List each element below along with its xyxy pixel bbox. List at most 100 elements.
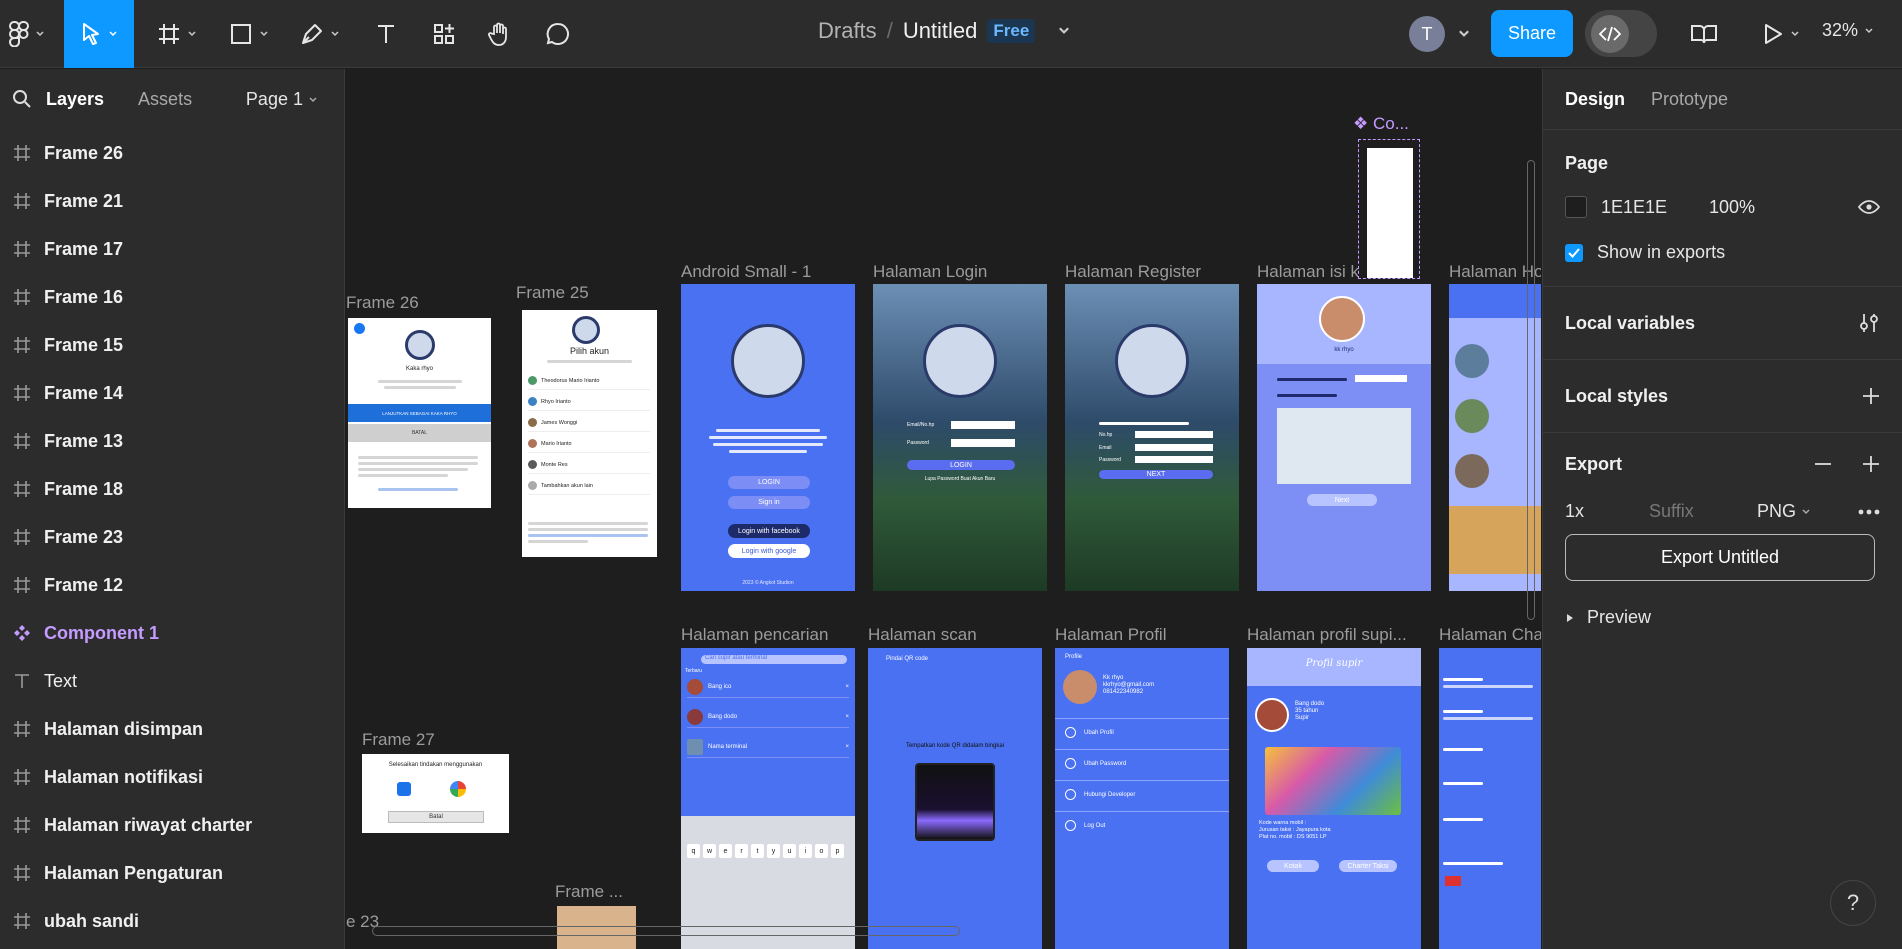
library-button[interactable] — [1684, 12, 1724, 56]
tab-design[interactable]: Design — [1565, 89, 1625, 110]
login-links[interactable]: Lupa Password Buat Akun Baru — [873, 476, 1047, 482]
list-item[interactable]: Nama terminal × — [687, 736, 849, 758]
keyboard-key[interactable]: e — [719, 844, 732, 858]
canvas-horizontal-scrollbar[interactable] — [372, 926, 960, 936]
charter-taxi-button[interactable]: Charter Taksi — [1339, 860, 1397, 872]
keyboard-key[interactable]: u — [783, 844, 796, 858]
frame-label-halaman-register[interactable]: Halaman Register — [1065, 262, 1201, 282]
eye-icon[interactable] — [1858, 199, 1880, 215]
layer-item[interactable]: Component 1 — [0, 609, 344, 657]
keyboard-key[interactable]: q — [687, 844, 700, 858]
list-item[interactable]: Bang dodo × — [687, 706, 849, 728]
layer-item[interactable]: Frame 23 — [0, 513, 344, 561]
frame-halaman-isi[interactable]: kk rhyo Next — [1257, 284, 1431, 591]
account-row[interactable]: Theodorus Mario Irianto — [528, 372, 650, 390]
frame-halaman-register[interactable]: No.hp Email Password NEXT — [1065, 284, 1239, 591]
more-options-icon[interactable] — [1858, 509, 1880, 515]
cancel-button[interactable]: BATAL — [348, 424, 491, 442]
keyboard-key[interactable]: p — [831, 844, 844, 858]
layer-item[interactable]: Frame 14 — [0, 369, 344, 417]
layer-item[interactable]: Frame 21 — [0, 177, 344, 225]
keyboard-key[interactable]: t — [751, 844, 764, 858]
login-button[interactable]: LOGIN — [728, 476, 810, 489]
resources-tool-button[interactable] — [424, 12, 464, 56]
frame-label-halaman-profil-supir[interactable]: Halaman profil supi... — [1247, 625, 1407, 645]
tab-prototype[interactable]: Prototype — [1651, 89, 1728, 110]
profile-menu-item[interactable]: Ubah Password — [1055, 749, 1229, 777]
continue-as-button[interactable]: LANJUTKAN SEBAGAI KAKA RHYO — [348, 404, 491, 422]
canvas[interactable]: Frame 26 Frame 25 Android Small - 1 Hala… — [346, 69, 1541, 949]
frame-label-halaman-profil[interactable]: Halaman Profil — [1055, 625, 1167, 645]
frame-25[interactable]: Pilih akun Theodorus Mario Irianto Rhyo I… — [522, 310, 657, 557]
login-facebook-button[interactable]: Login with facebook — [728, 524, 810, 538]
close-icon[interactable]: × — [845, 684, 849, 690]
profile-menu-item[interactable]: Log Out — [1055, 811, 1229, 839]
account-row[interactable]: James Wonggi — [528, 414, 650, 432]
list-item[interactable]: Bang ico × — [687, 676, 849, 698]
google-photos-icon[interactable] — [450, 781, 466, 797]
register-next-button[interactable]: NEXT — [1099, 470, 1213, 479]
keyboard-key[interactable]: o — [815, 844, 828, 858]
frame-halaman-profil[interactable]: Profile Kk rhyo kkrhyo@gmail.com 0814223… — [1055, 648, 1229, 949]
component-1-frame[interactable] — [1358, 139, 1420, 279]
chevron-down-icon[interactable] — [1457, 27, 1471, 41]
main-menu-button[interactable] — [4, 12, 50, 56]
frame-label-component[interactable]: ❖ Co... — [1353, 114, 1409, 134]
frame-android-small[interactable]: LOGIN Sign in Login with facebook Login … — [681, 284, 855, 591]
chevron-down-icon[interactable] — [1057, 24, 1071, 38]
file-name[interactable]: Untitled — [903, 18, 978, 44]
add-plus-icon[interactable] — [1862, 387, 1880, 405]
contact-driver-button[interactable]: Kotak — [1267, 860, 1319, 872]
frame-label-frame-26[interactable]: Frame 26 — [346, 293, 419, 313]
frame-tool-button[interactable] — [152, 12, 202, 56]
pen-tool-button[interactable] — [295, 12, 345, 56]
close-icon[interactable]: × — [845, 744, 849, 750]
map-view[interactable] — [1277, 408, 1411, 484]
login-google-button[interactable]: Login with google — [728, 544, 810, 558]
layer-item[interactable]: Halaman riwayat charter — [0, 801, 344, 849]
hand-tool-button[interactable] — [480, 12, 520, 56]
register-password-input[interactable] — [1135, 456, 1213, 463]
show-in-exports-checkbox[interactable] — [1565, 243, 1583, 262]
layer-item[interactable]: Frame 13 — [0, 417, 344, 465]
add-plus-icon[interactable] — [1862, 455, 1880, 473]
page-color-hex[interactable]: 1E1E1E — [1601, 197, 1709, 218]
keyboard-key[interactable]: i — [799, 844, 812, 858]
layer-item[interactable]: Halaman notifikasi — [0, 753, 344, 801]
frame-26[interactable]: Kaka rhyo LANJUTKAN SEBAGAI KAKA RHYO BA… — [348, 318, 491, 508]
shape-tool-button[interactable] — [224, 12, 274, 56]
comment-tool-button[interactable] — [538, 12, 578, 56]
search-input[interactable]: Cari supir atau terminal — [701, 655, 847, 664]
dropdown-select[interactable] — [1355, 375, 1407, 382]
layer-item[interactable]: Frame 26 — [0, 129, 344, 177]
register-phone-input[interactable] — [1135, 431, 1213, 438]
frame-27[interactable]: Selesaikan tindakan menggunakan Batal — [362, 754, 509, 833]
frame-halaman-chat[interactable] — [1439, 648, 1541, 949]
login-email-input[interactable] — [951, 421, 1015, 429]
frame-label-halaman-pencarian[interactable]: Halaman pencarian — [681, 625, 828, 645]
login-password-input[interactable] — [951, 439, 1015, 447]
register-email-input[interactable] — [1135, 444, 1213, 451]
tab-layers[interactable]: Layers — [46, 89, 104, 110]
frame-label-halaman-login[interactable]: Halaman Login — [873, 262, 987, 282]
frame-halaman-pencarian[interactable]: Cari supir atau terminal Terbaru Bang ic… — [681, 648, 855, 949]
isi-next-button[interactable]: Next — [1307, 494, 1377, 506]
account-row[interactable]: Monte Res — [528, 456, 650, 474]
layer-item[interactable]: Frame 17 — [0, 225, 344, 273]
layer-item[interactable]: Halaman disimpan — [0, 705, 344, 753]
move-tool-button[interactable] — [64, 0, 134, 68]
frame-label-android-small[interactable]: Android Small - 1 — [681, 262, 811, 282]
frame-halaman-scan[interactable]: Pindai QR code Tempatkan kode QR didalam… — [868, 648, 1042, 949]
sign-in-button[interactable]: Sign in — [728, 496, 810, 509]
page-color-swatch[interactable] — [1565, 196, 1587, 218]
frame-label-frame-27[interactable]: Frame 27 — [362, 730, 435, 750]
layer-item[interactable]: Frame 15 — [0, 321, 344, 369]
search-icon[interactable] — [12, 89, 32, 109]
frame-label-halaman-chat[interactable]: Halaman Cha — [1439, 625, 1541, 645]
export-button[interactable]: Export Untitled — [1565, 534, 1875, 581]
preview-toggle[interactable]: Preview — [1565, 607, 1880, 628]
cancel-button[interactable]: Batal — [388, 811, 484, 823]
frame-label-halaman-scan[interactable]: Halaman scan — [868, 625, 977, 645]
gallery-app-icon[interactable] — [397, 782, 411, 796]
page-selector[interactable]: Page 1 — [246, 89, 318, 110]
